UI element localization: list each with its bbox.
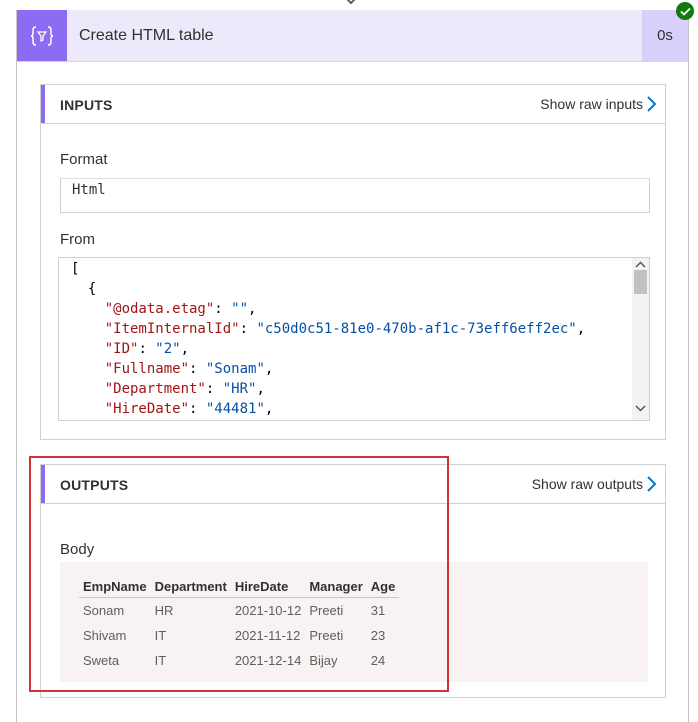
inputs-header: INPUTS Show raw inputs	[41, 85, 665, 124]
success-check-icon	[676, 2, 694, 20]
outputs-title: OUTPUTS	[60, 477, 129, 493]
column-header: EmpName	[79, 575, 151, 598]
code-line: "@odata.etag": "",	[104, 301, 257, 317]
table-cell: 24	[370, 653, 386, 668]
table-cell: HR	[154, 603, 174, 618]
table-row: Sweta IT 2021-12-14 Bijay 24	[79, 648, 399, 673]
show-raw-inputs-link[interactable]: Show raw inputs	[540, 96, 643, 112]
table-cell: 2021-11-12	[234, 628, 301, 643]
data-operation-icon	[17, 10, 67, 61]
outputs-section: OUTPUTS Show raw outputs Body EmpName De…	[40, 464, 666, 698]
code-line: "Fullname": "Sonam",	[104, 361, 274, 377]
scroll-up-arrow-icon[interactable]	[635, 261, 646, 268]
table-cell: Preeti	[309, 603, 344, 618]
code-line: "Department": "HR",	[104, 381, 265, 397]
action-card-header[interactable]: Create HTML table 0s	[17, 10, 688, 62]
flow-connector-arrow-icon	[346, 0, 356, 5]
inputs-title: INPUTS	[60, 97, 113, 113]
section-accent-bar	[41, 465, 45, 503]
table-cell: Bijay	[309, 653, 338, 668]
table-cell: Sweta	[83, 653, 120, 668]
from-label: From	[60, 231, 95, 248]
table-cell: Sonam	[83, 603, 125, 618]
code-line: "HireDate": "44481",	[104, 401, 274, 417]
outputs-header: OUTPUTS Show raw outputs	[41, 465, 665, 504]
code-line: "ItemInternalId": "c50d0c51-81e0-470b-af…	[104, 321, 586, 337]
table-cell: 31	[370, 603, 386, 618]
code-line: [	[71, 261, 80, 277]
code-line: {	[71, 281, 97, 297]
from-json-viewer[interactable]: [ { "@odata.etag": "", "ItemInternalId":…	[58, 257, 650, 421]
output-html-table: EmpName Department HireDate Manager Age …	[79, 575, 400, 673]
table-cell: IT	[154, 653, 167, 668]
show-raw-outputs-link[interactable]: Show raw outputs	[532, 476, 643, 492]
scrollbar-thumb[interactable]	[634, 270, 647, 294]
action-title: Create HTML table	[79, 27, 214, 44]
table-cell: Shivam	[83, 628, 127, 643]
table-cell: 2021-10-12	[234, 603, 302, 618]
body-label: Body	[60, 541, 95, 558]
table-row: Sonam HR 2021-10-12 Preeti 31	[79, 598, 399, 624]
scroll-down-arrow-icon[interactable]	[635, 405, 646, 412]
chevron-right-icon[interactable]	[645, 474, 659, 494]
format-label: Format	[60, 151, 108, 168]
action-card: Create HTML table 0s INPUTS Show raw inp…	[16, 10, 689, 722]
table-header-row: EmpName Department HireDate Manager Age	[79, 575, 400, 598]
column-header: Age	[366, 575, 400, 598]
table-cell: Preeti	[309, 628, 344, 643]
code-line: "ID": "2",	[104, 341, 190, 357]
table-cell: 23	[370, 628, 386, 643]
from-json-code: [ { "@odata.etag": "", "ItemInternalId":…	[71, 259, 585, 419]
format-value: Html	[72, 182, 106, 198]
chevron-right-icon[interactable]	[645, 94, 659, 114]
table-cell: 2021-12-14	[234, 653, 302, 668]
format-field[interactable]: Html	[60, 178, 650, 213]
section-accent-bar	[41, 85, 45, 123]
column-header: Manager	[305, 575, 367, 598]
column-header: HireDate	[230, 575, 306, 598]
vertical-scrollbar[interactable]	[632, 258, 649, 420]
table-row: Shivam IT 2021-11-12 Preeti 23	[79, 623, 399, 648]
body-output: EmpName Department HireDate Manager Age …	[60, 562, 648, 682]
column-header: Department	[150, 575, 231, 598]
inputs-section: INPUTS Show raw inputs Format Html From …	[40, 84, 666, 440]
table-cell: IT	[154, 628, 167, 643]
